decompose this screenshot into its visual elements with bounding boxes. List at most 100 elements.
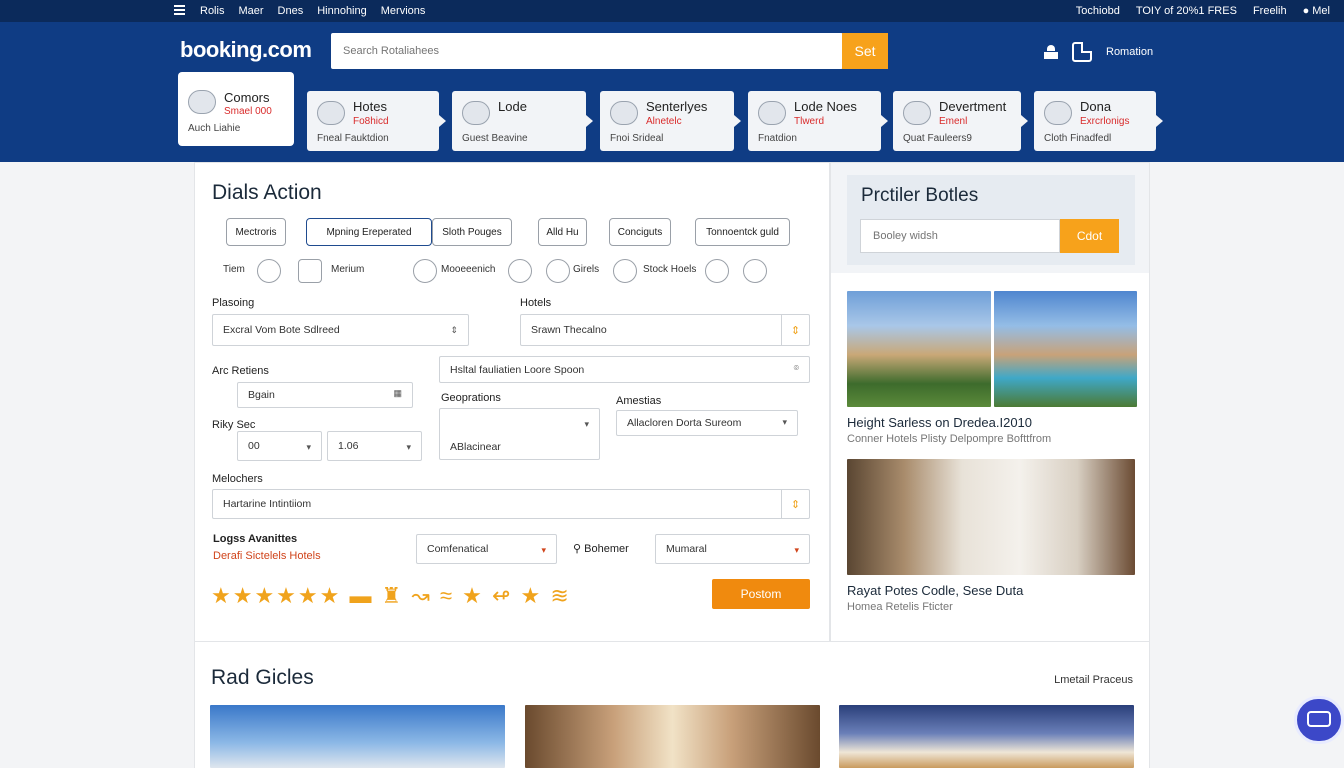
mumaral-select[interactable]: Mumaral ▾ bbox=[655, 534, 810, 564]
top-nav-link[interactable]: Dnes bbox=[278, 5, 304, 17]
chat-button[interactable] bbox=[1294, 696, 1344, 744]
search-input[interactable] bbox=[331, 33, 843, 69]
user-label: Mel bbox=[1312, 5, 1330, 17]
melochers-input[interactable]: Hartarine Intintiiom ⇕ bbox=[212, 489, 810, 519]
hotel-photo[interactable] bbox=[994, 291, 1137, 407]
comfort-select[interactable]: Comfenatical ▾ bbox=[416, 534, 557, 564]
chevron-right-icon bbox=[439, 115, 446, 127]
category-title: Senterlyes bbox=[646, 99, 708, 114]
category-icon bbox=[903, 101, 931, 125]
category-footer: Fnoi Srideal bbox=[610, 133, 664, 144]
hotels-label: Hotels bbox=[520, 297, 552, 309]
hotels-select[interactable]: Srawn Thecalno ⇕ bbox=[520, 314, 810, 346]
hotel-search-field[interactable]: Hsltal fauliatien Loore Spoon ⌾ bbox=[439, 356, 810, 383]
category-icon bbox=[462, 101, 490, 125]
top-nav-link[interactable]: Rolis bbox=[200, 5, 224, 17]
category-title: Comors bbox=[224, 90, 270, 105]
site-header: booking.com Set Romation Comors Smael 00… bbox=[0, 22, 1344, 162]
placing-label: Plasoing bbox=[212, 297, 255, 309]
plane-icon[interactable] bbox=[613, 259, 637, 283]
logs-label: Logss Avanittes bbox=[213, 533, 298, 545]
calendar-icon[interactable]: ▦ bbox=[393, 388, 402, 399]
filter-chip-selected[interactable]: Mpning Ereperated bbox=[306, 218, 432, 246]
hamburger-menu-icon[interactable] bbox=[174, 5, 185, 15]
rate-min-value: 00 bbox=[248, 440, 260, 452]
hotel-photo[interactable] bbox=[847, 459, 1135, 575]
arc-input[interactable]: Bgain ▦ bbox=[237, 382, 413, 408]
top-nav-link[interactable]: Tochiobd bbox=[1076, 5, 1120, 17]
sidebar-search-area bbox=[831, 163, 1149, 273]
bohemer-label: Bohemer bbox=[584, 543, 629, 555]
category-icon bbox=[317, 101, 345, 125]
logs-link[interactable]: Derafi Sictelels Hotels bbox=[213, 550, 321, 562]
chevron-right-icon bbox=[586, 115, 593, 127]
rate-max-select[interactable]: 1.06 ▾ bbox=[327, 431, 422, 461]
top-nav-link[interactable]: Maer bbox=[238, 5, 263, 17]
arc-value: Bgain bbox=[248, 389, 275, 401]
bath-icon[interactable] bbox=[413, 259, 437, 283]
geo-select[interactable]: ABlacinear ▾ bbox=[439, 408, 600, 460]
grid-icon[interactable] bbox=[298, 259, 322, 283]
window-icon[interactable] bbox=[1072, 42, 1092, 62]
hotel-card-title[interactable]: Height Sarless on Dredea.I2010 bbox=[847, 415, 1032, 430]
sort-icon[interactable]: ⇕ bbox=[781, 490, 809, 518]
top-nav-link[interactable]: Freelih bbox=[1253, 5, 1287, 17]
chevron-right-icon bbox=[881, 115, 888, 127]
placing-select[interactable]: Excral Vom Bote Sdlreed ⇕ bbox=[212, 314, 469, 346]
fork-icon[interactable] bbox=[743, 259, 767, 283]
destination-photo[interactable] bbox=[210, 705, 505, 768]
sort-icon[interactable]: ⇕ bbox=[781, 315, 809, 345]
rate-label: Riky Sec bbox=[212, 419, 256, 431]
account-label[interactable]: Romation bbox=[1106, 46, 1153, 58]
top-nav-link[interactable]: TOIY of 20%1 FRES bbox=[1136, 5, 1237, 17]
destination-photo[interactable] bbox=[525, 705, 820, 768]
section-title: Rad Gicles bbox=[211, 666, 314, 689]
category-subtitle: Fo8hicd bbox=[353, 116, 389, 127]
top-nav-link[interactable]: Mervions bbox=[381, 5, 426, 17]
time-icon[interactable] bbox=[257, 259, 281, 283]
hotel-photo[interactable] bbox=[847, 291, 991, 407]
pin-icon: ⌾ bbox=[793, 363, 799, 373]
chevron-right-icon bbox=[734, 115, 741, 127]
filter-panel: Dials Action Mectroris Mpning Ereperated… bbox=[194, 162, 830, 642]
post-button[interactable]: Postom bbox=[712, 579, 810, 609]
category-card[interactable]: Lode Guest Beavine bbox=[452, 91, 593, 151]
amenity-label: Tiem bbox=[223, 264, 245, 275]
search-button[interactable]: Set bbox=[842, 33, 888, 69]
category-icon bbox=[1044, 101, 1072, 125]
rate-min-select[interactable]: 00 ▾ bbox=[237, 431, 322, 461]
category-footer: Auch Liahie bbox=[188, 123, 241, 134]
group-icon[interactable] bbox=[1044, 45, 1058, 59]
filter-chip[interactable]: Conciguts bbox=[609, 218, 671, 246]
chevron-down-icon: ▾ bbox=[584, 419, 589, 429]
amenities-label: Amestias bbox=[616, 395, 662, 407]
sidebar-search-input[interactable] bbox=[860, 219, 1060, 253]
phone-icon[interactable] bbox=[508, 259, 532, 283]
hotel-card-title[interactable]: Rayat Potes Codle, Sese Duta bbox=[847, 583, 1023, 598]
mumaral-value: Mumaral bbox=[666, 543, 707, 555]
category-card[interactable]: Hotes Fo8hicd Fneal Fauktdion bbox=[307, 91, 446, 151]
category-card[interactable]: Lode Noes Tlwerd Fnatdion bbox=[748, 91, 888, 151]
filter-chip[interactable]: Sloth Pouges bbox=[432, 218, 512, 246]
filter-chip[interactable]: Alld Hu bbox=[538, 218, 587, 246]
see-all-link[interactable]: Lmetail Praceus bbox=[1054, 674, 1133, 686]
amenities-select[interactable]: Allacloren Dorta Sureom ▾ bbox=[616, 410, 798, 436]
destination-photo[interactable] bbox=[839, 705, 1134, 768]
category-card[interactable]: Dona Exrcrlonigs Cloth Finadfedl bbox=[1034, 91, 1163, 151]
filter-chip[interactable]: Mectroris bbox=[226, 218, 286, 246]
chevron-down-icon: ▾ bbox=[306, 442, 311, 452]
category-card[interactable]: Senterlyes Alnetelc Fnoi Srideal bbox=[600, 91, 741, 151]
user-menu[interactable]: ● Mel bbox=[1303, 5, 1330, 17]
top-nav-link[interactable]: Hinnohing bbox=[317, 5, 367, 17]
wifi-icon[interactable] bbox=[546, 259, 570, 283]
bohemer-toggle[interactable]: ⚲ Bohemer bbox=[573, 542, 629, 555]
category-icon bbox=[758, 101, 786, 125]
site-logo[interactable]: booking.com bbox=[180, 37, 312, 63]
chat-icon bbox=[1307, 711, 1331, 727]
category-card[interactable]: Devertment Emenl Quat Fauleers9 bbox=[893, 91, 1028, 151]
info-icon[interactable] bbox=[705, 259, 729, 283]
filter-chip[interactable]: Tonnoentck guld bbox=[695, 218, 790, 246]
sidebar-search-button[interactable]: Cdot bbox=[1060, 219, 1119, 253]
category-card[interactable]: Comors Smael 000 Auch Liahie bbox=[178, 72, 294, 146]
star-rating-row[interactable]: ★★★★★★ ▬ ♜ ↝ ≈ ★ ↫ ★ ≋ bbox=[211, 583, 571, 609]
